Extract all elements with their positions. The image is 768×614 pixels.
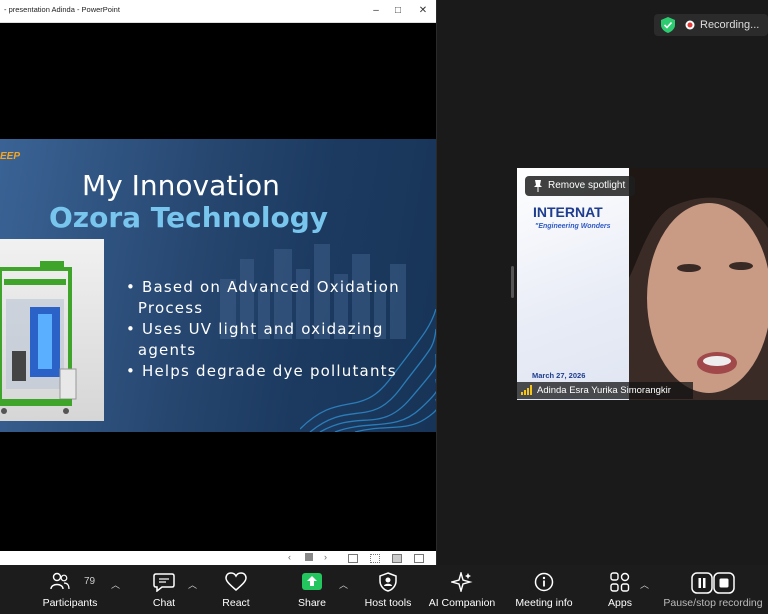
remove-spotlight-label: Remove spotlight	[548, 180, 626, 191]
slide-sorter-icon[interactable]	[370, 554, 380, 563]
slideshow-icon[interactable]	[414, 554, 424, 563]
virtual-background	[517, 168, 637, 400]
apps-label: Apps	[608, 597, 632, 609]
chat-options-caret[interactable]: ︿	[188, 578, 197, 591]
participants-count: 79	[84, 576, 96, 587]
chat-button[interactable]: Chat	[140, 566, 188, 612]
participants-button[interactable]: 79 Participants	[38, 566, 102, 612]
signal-strength-icon	[521, 385, 532, 395]
participant-name: Adinda Esra Yurika Simorangkir	[537, 385, 671, 396]
window-title: - presentation Adinda - PowerPoint	[4, 5, 120, 14]
close-button[interactable]: ✕	[415, 3, 431, 19]
ozora-device-illustration	[0, 261, 77, 414]
pin-icon	[534, 180, 542, 192]
ai-companion-label: AI Companion	[428, 597, 496, 609]
slide-title: My Innovation	[82, 169, 280, 202]
background-banner-date: March 27, 2026	[532, 371, 586, 380]
share-options-caret[interactable]: ︿	[339, 578, 348, 591]
participants-options-caret[interactable]: ︿	[111, 578, 120, 591]
react-button[interactable]: React	[212, 566, 260, 612]
chat-label: Chat	[152, 597, 176, 609]
host-tools-label: Host tools	[364, 597, 412, 609]
prev-slide-icon[interactable]: ‹	[288, 552, 291, 562]
bullet-item: Process	[126, 299, 204, 317]
react-label: React	[222, 597, 250, 609]
sparkle-icon	[451, 572, 473, 592]
shield-check-icon	[661, 17, 675, 33]
background-banner-tagline: "Engineering Wonders	[535, 223, 611, 230]
shield-icon	[379, 572, 397, 592]
record-dot-icon	[685, 20, 695, 30]
share-label: Share	[297, 597, 327, 609]
normal-view-icon[interactable]	[348, 554, 358, 563]
bullet-item: agents	[126, 341, 197, 359]
participants-icon	[50, 572, 70, 590]
bullet-item: • Uses UV light and oxidazing	[126, 320, 384, 338]
panel-resize-handle[interactable]	[511, 266, 514, 298]
meeting-info-label: Meeting info	[515, 597, 573, 609]
participant-video	[629, 168, 768, 400]
slide-bullet-list: • Based on Advanced Oxidation Process • …	[126, 277, 426, 382]
maximize-button[interactable]: □	[390, 3, 406, 19]
host-tools-button[interactable]: Host tools	[360, 566, 416, 612]
info-icon	[534, 572, 554, 592]
pause-stop-recording-button[interactable]: Pause/stop recording	[660, 566, 766, 612]
pause-stop-icon	[691, 572, 735, 594]
bullet-item: • Helps degrade dye pollutants	[126, 362, 397, 380]
participant-face	[629, 168, 768, 400]
background-banner-title: INTERNAT	[533, 204, 603, 220]
apps-button[interactable]: Apps	[598, 566, 642, 612]
minimize-button[interactable]: –	[368, 3, 384, 19]
participant-video-tile[interactable]: INTERNAT "Engineering Wonders March 27, …	[517, 168, 768, 400]
powerpoint-statusbar: ‹ ›	[0, 551, 436, 565]
slide-logo: EEP	[0, 151, 21, 162]
participants-label: Participants	[42, 597, 98, 609]
recording-label: Recording...	[700, 19, 760, 31]
meeting-info-button[interactable]: Meeting info	[510, 566, 578, 612]
share-button[interactable]: Share	[288, 566, 336, 612]
product-image	[0, 239, 104, 421]
next-slide-icon[interactable]: ›	[324, 552, 327, 562]
ai-companion-button[interactable]: AI Companion	[426, 566, 498, 612]
share-screen-icon	[302, 573, 322, 590]
apps-options-caret[interactable]: ︿	[640, 578, 649, 591]
slide-nav-icon[interactable]	[305, 553, 313, 561]
bullet-item: • Based on Advanced Oxidation	[126, 278, 400, 296]
reading-view-icon[interactable]	[392, 554, 402, 563]
pause-stop-label: Pause/stop recording	[663, 597, 763, 609]
apps-icon	[610, 572, 630, 592]
presentation-slide: EEP My Innovation Ozora Technology • Bas…	[0, 139, 436, 432]
heart-icon	[225, 572, 247, 591]
chat-icon	[153, 573, 175, 592]
slide-subtitle: Ozora Technology	[49, 201, 328, 234]
